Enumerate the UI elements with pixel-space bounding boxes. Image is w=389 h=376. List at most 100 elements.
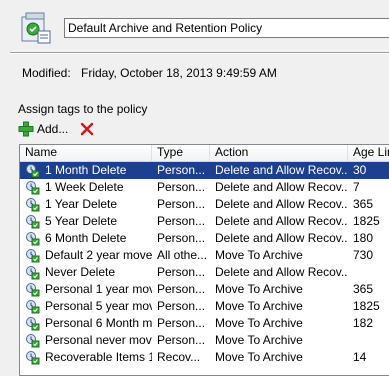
cell-age-limit: 14 [353, 350, 367, 364]
cell-type: Person... [157, 180, 206, 194]
table-row[interactable]: 5 Year Delete Person... Delete and Allow R… [20, 213, 389, 230]
cell-action: Delete and Allow Recov... [215, 197, 348, 211]
header-separator [10, 52, 389, 54]
column-header-age-limit[interactable]: Age Lir [348, 145, 389, 161]
cell-type: Person... [157, 316, 206, 330]
cell-action: Move To Archive [215, 350, 303, 364]
cell-type: Person... [157, 214, 206, 228]
cell-action: Delete and Allow Recov... [215, 231, 348, 245]
retention-tag-icon [26, 334, 40, 348]
retention-tag-icon [26, 249, 40, 263]
retention-tag-icon [26, 283, 40, 297]
cell-action: Delete and Allow Recov... [215, 214, 348, 228]
cell-age-limit: 180 [353, 231, 374, 245]
table-row[interactable]: Never Delete Person... Delete and Allow Re… [20, 264, 389, 281]
cell-age-limit: 7 [353, 180, 360, 194]
add-tag-button[interactable]: Add... [18, 120, 68, 138]
cell-age-limit: 30 [353, 163, 367, 177]
cell-action: Move To Archive [215, 248, 303, 262]
tag-name-text: 5 Year Delete [45, 214, 118, 228]
retention-tag-icon [26, 300, 40, 314]
tag-name-text: Never Delete [45, 265, 116, 279]
cell-action: Delete and Allow Recov... [215, 180, 348, 194]
cell-type: Person... [157, 265, 206, 279]
cell-action: Move To Archive [215, 299, 303, 313]
retention-tag-icon [26, 266, 40, 280]
cell-age-limit: 730 [353, 248, 374, 262]
cell-name: 1 Month Delete [20, 162, 152, 179]
cell-name: 1 Year Delete [20, 196, 152, 213]
tag-name-text: Personal 5 year mov... [45, 299, 152, 313]
modified-label: Modified: [22, 66, 71, 80]
tag-name-text: Personal 1 year mov... [45, 282, 152, 296]
cell-type: Person... [157, 299, 206, 313]
tag-name-text: Personal 6 Month m... [45, 316, 152, 330]
policy-name-input[interactable] [64, 18, 389, 38]
table-row[interactable]: 1 Week Delete Person... Delete and Allow R… [20, 179, 389, 196]
cell-type: Recov... [157, 350, 201, 364]
table-row[interactable]: Personal never mov... Person... Move To Ar… [20, 332, 389, 349]
column-header-type[interactable]: Type [152, 145, 210, 161]
tag-name-text: 6 Month Delete [45, 231, 127, 245]
table-row[interactable]: Personal 6 Month m... Person... Move To Ar… [20, 315, 389, 332]
cell-name: Default 2 year move ... [20, 247, 152, 264]
tag-name-text: Default 2 year move ... [45, 248, 152, 262]
column-header-name[interactable]: Name [20, 145, 152, 161]
cell-name: 6 Month Delete [20, 230, 152, 247]
table-row[interactable]: Recoverable Items 1... Recov... Move To Ar… [20, 349, 389, 366]
tags-grid[interactable]: Name Type Action Age Lir 1 Month Delete P… [19, 144, 389, 376]
retention-tag-icon [26, 198, 40, 212]
retention-policy-icon [21, 12, 51, 44]
cell-name: Personal 6 Month m... [20, 315, 152, 332]
cell-age-limit: 182 [353, 316, 374, 330]
cell-type: Person... [157, 333, 206, 347]
table-row[interactable]: Personal 1 year mov... Person... Move To A… [20, 281, 389, 298]
add-tag-label: Add... [37, 122, 69, 136]
table-row[interactable]: 1 Year Delete Person... Delete and Allow R… [20, 196, 389, 213]
retention-tag-icon [26, 351, 40, 365]
cell-name: Recoverable Items 1... [20, 349, 152, 366]
cell-name: 5 Year Delete [20, 213, 152, 230]
tag-name-text: 1 Week Delete [45, 180, 124, 194]
cell-name: Personal never mov... [20, 332, 152, 349]
cell-name: Personal 5 year mov... [20, 298, 152, 315]
cell-action: Move To Archive [215, 282, 303, 296]
cell-type: All othe... [157, 248, 208, 262]
remove-tag-icon[interactable] [80, 122, 94, 136]
retention-tag-icon [26, 181, 40, 195]
cell-age-limit [348, 264, 389, 281]
green-plus-icon [18, 121, 34, 137]
cell-type: Person... [157, 163, 206, 177]
assign-tags-label: Assign tags to the policy [18, 102, 148, 116]
column-header-action[interactable]: Action [210, 145, 348, 161]
retention-tag-icon [26, 317, 40, 331]
cell-name: 1 Week Delete [20, 179, 152, 196]
cell-action: Move To Archive [215, 333, 303, 347]
tag-name-text: 1 Month Delete [45, 163, 127, 177]
table-row[interactable]: 1 Month Delete Person... Delete and Allow … [20, 162, 389, 179]
cell-action: Delete and Allow Recov... [215, 265, 348, 279]
cell-name: Personal 1 year mov... [20, 281, 152, 298]
table-row[interactable]: Default 2 year move ... All othe... Move T… [20, 247, 389, 264]
tag-name-text: Recoverable Items 1... [45, 350, 152, 364]
cell-type: Person... [157, 197, 206, 211]
retention-tag-icon [26, 232, 40, 246]
table-row[interactable]: 6 Month Delete Person... Delete and Allow … [20, 230, 389, 247]
modified-value: Friday, October 18, 2013 9:49:59 AM [81, 66, 277, 80]
cell-type: Person... [157, 231, 206, 245]
cell-action: Delete and Allow Recov... [215, 163, 348, 177]
cell-name: Never Delete [20, 264, 152, 281]
cell-type: Person... [157, 282, 206, 296]
cell-action: Move To Archive [215, 316, 303, 330]
tag-name-text: Personal never mov... [45, 333, 152, 347]
cell-age-limit: 1825 [353, 299, 380, 313]
tag-name-text: 1 Year Delete [45, 197, 118, 211]
cell-age-limit: 365 [353, 282, 374, 296]
grid-header: Name Type Action Age Lir [20, 145, 389, 162]
retention-tag-icon [26, 215, 40, 229]
table-row[interactable]: Personal 5 year mov... Person... Move To A… [20, 298, 389, 315]
cell-age-limit [348, 332, 389, 349]
cell-age-limit: 365 [353, 197, 374, 211]
cell-age-limit: 1825 [353, 214, 380, 228]
retention-tag-icon [26, 164, 40, 178]
